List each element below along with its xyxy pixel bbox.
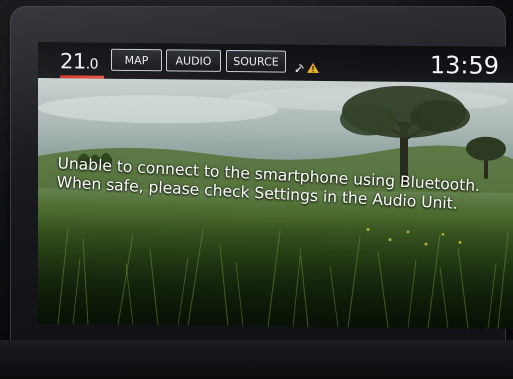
temperature-readout[interactable]: 21.0 bbox=[60, 48, 98, 74]
temperature-value: 21 bbox=[60, 49, 86, 74]
status-icons bbox=[295, 62, 319, 73]
wildflowers bbox=[366, 227, 462, 246]
temperature-decimal: .0 bbox=[85, 56, 99, 73]
clock: 13:59 bbox=[429, 51, 499, 80]
grass bbox=[57, 228, 509, 329]
map-button[interactable]: MAP bbox=[111, 48, 162, 72]
dashboard-trim bbox=[0, 340, 513, 379]
source-button[interactable]: SOURCE bbox=[226, 49, 286, 73]
status-bar: 21.0 MAP AUDIO SOURCE 13:59 bbox=[38, 42, 513, 84]
satellite-signal-icon bbox=[295, 64, 304, 73]
infotainment-screen: 21.0 MAP AUDIO SOURCE 13:59 Unable to co… bbox=[38, 42, 513, 329]
photo: 21.0 MAP AUDIO SOURCE 13:59 Unable to co… bbox=[0, 0, 513, 379]
warning-icon bbox=[307, 62, 319, 73]
audio-button[interactable]: AUDIO bbox=[166, 49, 221, 72]
